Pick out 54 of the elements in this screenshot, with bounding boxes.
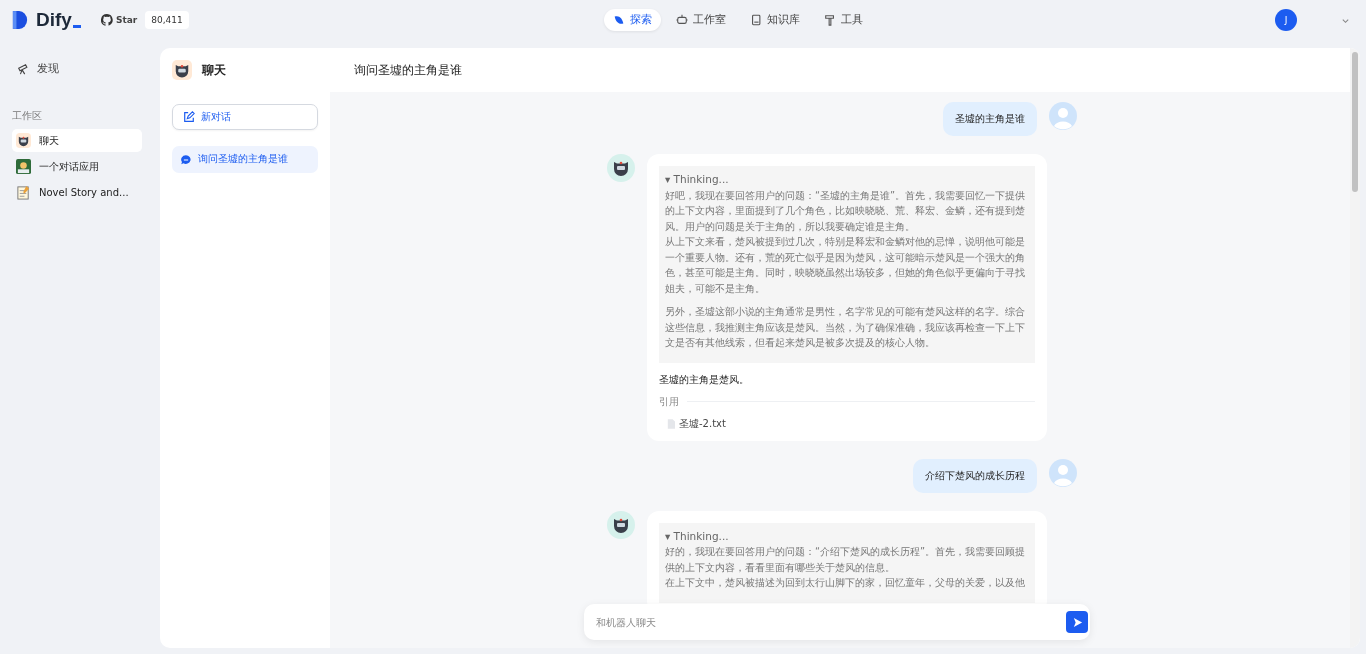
section-label: 工作区 xyxy=(12,110,43,123)
book-icon xyxy=(750,14,762,26)
thinking-text: 另外，圣墟这部小说的主角通常是男性，名字常见的可能有楚风这样的名字。综合这些信息，我推测主角应该是楚风。当然，为了确保准确，我应该再检查一下上下文是否有其他线索，但看起来楚风是被多次提及的核心人物。 xyxy=(665,305,1026,350)
thinking-text: 从上下文来看，楚风被提到过几次，特别是释宏和金鳞对他的忌惮，说明他可能是一个重要人物。还有，荒的死亡似乎是因为楚风，这可能暗示楚风是一个强大的角色，甚至可能是主角。同时，映晓晓虽然出场较多，但她的角色似乎更偏向于寻找姐夫，可能不是主角。 xyxy=(665,235,1026,296)
chat-title: 询问圣墟的主角是谁 xyxy=(353,61,463,79)
nav-tab[interactable]: 知识库 xyxy=(741,9,809,31)
send-icon xyxy=(1071,616,1083,628)
bot-avatar-icon xyxy=(607,510,635,539)
thinking-toggle[interactable]: ▾ Thinking... xyxy=(665,172,1029,188)
brand-name: Dify xyxy=(36,9,81,31)
thinking-toggle[interactable]: ▾ Thinking... xyxy=(665,528,1029,544)
app-item[interactable]: 聊天 xyxy=(12,129,142,152)
message-input[interactable]: 和机器人聊天 xyxy=(584,604,1090,640)
robot-icon xyxy=(676,14,688,26)
nav-tab[interactable]: 工作室 xyxy=(667,9,735,31)
github-icon xyxy=(100,14,113,26)
star-count: 80,411 xyxy=(145,11,189,29)
new-chat-button[interactable]: 新对话 xyxy=(172,104,318,130)
logo-icon xyxy=(12,10,28,30)
chat-bubble-icon xyxy=(180,153,192,166)
telescope-icon xyxy=(17,63,29,75)
nav-tab[interactable]: 工具 xyxy=(815,9,872,31)
conversation-item[interactable]: 询问圣墟的主角是谁 xyxy=(172,146,318,173)
bot-avatar-icon xyxy=(607,154,635,182)
notepad-icon xyxy=(16,185,31,200)
discover-link[interactable]: 发现 xyxy=(17,62,148,76)
user-avatar-icon xyxy=(1049,102,1077,130)
app-name: 聊天 xyxy=(39,133,59,148)
app-name: 一个对话应用 xyxy=(39,159,99,174)
file-icon xyxy=(667,418,675,429)
user-avatar-icon xyxy=(1049,458,1077,487)
scene-icon xyxy=(16,159,31,174)
app-name: Novel Story and... xyxy=(39,187,129,198)
thinking-text: 好的，我现在要回答用户的问题：“介绍下楚风的成长历程”。首先，我需要回顾提供的上下文内容，看看里面有哪些关于楚风的信息。 xyxy=(665,545,1027,575)
user-message: 介绍下楚风的成长历程 xyxy=(913,458,1037,493)
user-message: 圣墟的主角是谁 xyxy=(943,102,1037,136)
edit-icon xyxy=(183,111,195,123)
thinking-text: 好吧，我现在要回答用户的问题：“圣墟的主角是谁”。首先，我需要回忆一下提供的上下文内容，里面提到了几个角色，比如映晓晓、荒、释宏、金鳞，还有提到楚风。用户的问题是关于主角的，所以我要确定谁是主角。 xyxy=(665,188,1027,234)
citation-label: 引用 xyxy=(659,394,679,409)
user-avatar[interactable]: J xyxy=(1275,9,1297,31)
github-star-link[interactable]: Star xyxy=(100,14,138,26)
answer-text: 圣墟的主角是楚风。 xyxy=(659,372,750,387)
citation-file[interactable]: 圣墟-2.txt xyxy=(667,416,726,431)
thinking-text: 在上下文中，楚风被描述为回到太行山脚下的家，回忆童年，父母的关爱，以及他 xyxy=(665,576,1026,590)
app-item[interactable]: 一个对话应用 xyxy=(12,155,142,178)
nav-tab[interactable]: 探索 xyxy=(604,9,661,31)
chat-input[interactable]: 和机器人聊天 xyxy=(594,615,1066,629)
app-item[interactable]: Novel Story and... xyxy=(12,181,142,204)
app-title: 聊天 xyxy=(202,61,226,79)
send-button[interactable] xyxy=(1066,611,1088,633)
hammer-icon xyxy=(824,14,836,26)
scrollbar[interactable] xyxy=(1350,48,1360,648)
bot-face-icon xyxy=(16,133,31,148)
bot-face-icon xyxy=(172,60,192,80)
